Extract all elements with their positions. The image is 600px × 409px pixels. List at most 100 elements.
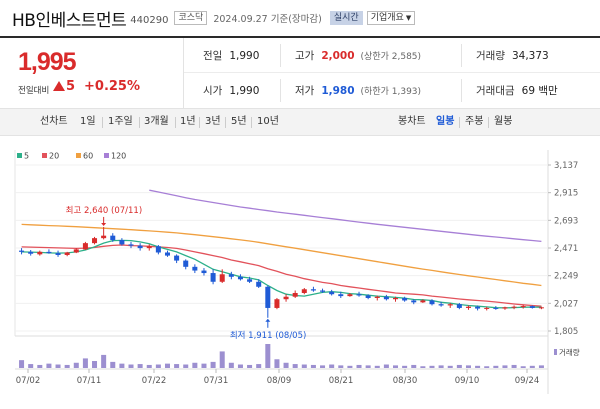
volume-bar xyxy=(447,365,453,368)
high-arrow-head xyxy=(101,222,107,226)
stat-value: 69 백만 xyxy=(521,85,558,97)
price-summary: 1,995 전일대비 5 +0.25% xyxy=(0,38,184,108)
toolbar-separator xyxy=(488,117,489,128)
y-tick-label: 2,027 xyxy=(554,299,578,309)
volume-bar xyxy=(493,365,499,368)
candle-body xyxy=(155,246,161,253)
change-rate: +0.25% xyxy=(84,79,140,94)
candle-body xyxy=(192,266,198,271)
toolbar-separator xyxy=(175,117,176,128)
volume-bar xyxy=(538,365,544,368)
candle-body xyxy=(465,306,471,308)
volume-bar xyxy=(174,364,180,368)
period-1d[interactable]: 1일 xyxy=(80,109,96,135)
stock-chart[interactable]: 3,137 2,915 2,693 2,471 2,249 2,027 1,805 5 20 60… xyxy=(0,136,600,409)
volume-bar xyxy=(429,365,435,368)
candle-body xyxy=(101,235,107,239)
volume-bar xyxy=(183,364,189,368)
candle-body xyxy=(64,252,70,255)
stat-label: 전일 xyxy=(203,50,223,62)
toolbar-separator xyxy=(459,117,460,128)
candle-body xyxy=(411,300,417,303)
x-tick-label: 08/09 xyxy=(267,376,292,386)
candle-body xyxy=(365,295,371,298)
stock-code: 440290 xyxy=(130,14,169,26)
volume-bar xyxy=(110,361,116,368)
period-5y[interactable]: 5년 xyxy=(231,109,247,135)
company-info-label: 기업개요 xyxy=(370,13,404,23)
candle-body xyxy=(447,304,453,306)
stock-name: HB인베스트먼트 xyxy=(12,10,127,31)
stats-row-2: 시가 1,990 저가 1,980 (하한가 1,393) 거래대금 69 백만 xyxy=(184,73,600,108)
market-badge: 코스닥 xyxy=(174,11,208,25)
candle-body xyxy=(73,249,79,253)
realtime-button[interactable]: 실시간 xyxy=(329,11,363,25)
candle-body xyxy=(484,307,490,309)
period-3y[interactable]: 3년 xyxy=(205,109,221,135)
y-tick-label: 2,693 xyxy=(554,216,578,226)
toolbar-separator xyxy=(102,117,103,128)
line-chart-label[interactable]: 선차트 xyxy=(40,109,68,135)
candle-body xyxy=(438,304,444,306)
candle-body xyxy=(274,299,280,308)
volume-bar xyxy=(456,364,462,368)
volume-bar xyxy=(256,364,262,368)
candle-body xyxy=(174,255,180,261)
candle-body xyxy=(46,251,52,254)
candle-body xyxy=(37,251,43,255)
candle-period-month[interactable]: 월봉 xyxy=(494,109,512,135)
candle-body xyxy=(475,306,481,309)
stat-label: 고가 xyxy=(295,50,315,62)
candle-chart-label[interactable]: 봉차트 xyxy=(398,109,426,135)
candle-body xyxy=(520,306,526,308)
candle-body xyxy=(92,238,98,244)
candle-body xyxy=(301,289,307,293)
candle-body xyxy=(429,300,435,305)
candle-body xyxy=(374,296,380,298)
stat-amount: 거래대금 69 백만 xyxy=(476,73,558,108)
candle-body xyxy=(183,260,189,267)
company-info-button[interactable]: 기업개요 ▼ xyxy=(366,11,416,25)
x-tick-label: 09/10 xyxy=(455,376,480,386)
stat-label: 거래대금 xyxy=(476,85,515,97)
volume-bar xyxy=(338,365,344,368)
volume-bar xyxy=(484,366,490,368)
x-tick-label: 07/22 xyxy=(142,376,167,386)
low-arrow-head xyxy=(265,318,271,322)
volume-bar xyxy=(292,364,298,368)
toolbar-separator xyxy=(139,117,140,128)
candle-period-week[interactable]: 주봉 xyxy=(465,109,483,135)
y-tick-label: 1,805 xyxy=(554,327,578,337)
candle-body xyxy=(320,290,326,292)
candle-body xyxy=(237,276,243,280)
y-tick-label: 2,915 xyxy=(554,189,578,199)
volume-bar xyxy=(210,361,216,368)
low-annotation: 최저 1,911 (08/05) xyxy=(230,330,307,341)
candlestick-chart-svg[interactable]: 3,137 2,915 2,693 2,471 2,249 2,027 1,805 5 20 60… xyxy=(0,136,600,409)
candle-body xyxy=(283,296,289,300)
x-tick-label: 07/02 xyxy=(16,376,41,386)
candle-body xyxy=(247,279,253,282)
volume-bar xyxy=(283,362,289,368)
period-1w[interactable]: 1주일 xyxy=(108,109,133,135)
stats-row-1: 전일 1,990 고가 2,000 (상한가 2,585) 거래량 34,373 xyxy=(184,38,600,73)
up-arrow-icon xyxy=(53,81,65,91)
legend-swatch xyxy=(17,153,22,158)
period-10y[interactable]: 10년 xyxy=(257,109,279,135)
period-3m[interactable]: 3개월 xyxy=(144,109,169,135)
volume-bar xyxy=(310,364,316,368)
volume-bar xyxy=(247,364,253,368)
volume-bar xyxy=(146,364,152,368)
volume-bar xyxy=(164,363,170,368)
candle-body xyxy=(393,297,399,300)
volume-bar xyxy=(274,359,280,368)
volume-bar xyxy=(475,365,481,368)
volume-bar xyxy=(320,365,326,368)
ma-line-ma120 xyxy=(149,189,542,243)
volume-bar xyxy=(155,364,161,368)
period-1y[interactable]: 1년 xyxy=(180,109,196,135)
volume-bar xyxy=(511,364,517,368)
volume-bar xyxy=(128,364,134,368)
candle-period-day[interactable]: 일봉 xyxy=(436,109,454,135)
stat-label: 저가 xyxy=(295,85,315,97)
